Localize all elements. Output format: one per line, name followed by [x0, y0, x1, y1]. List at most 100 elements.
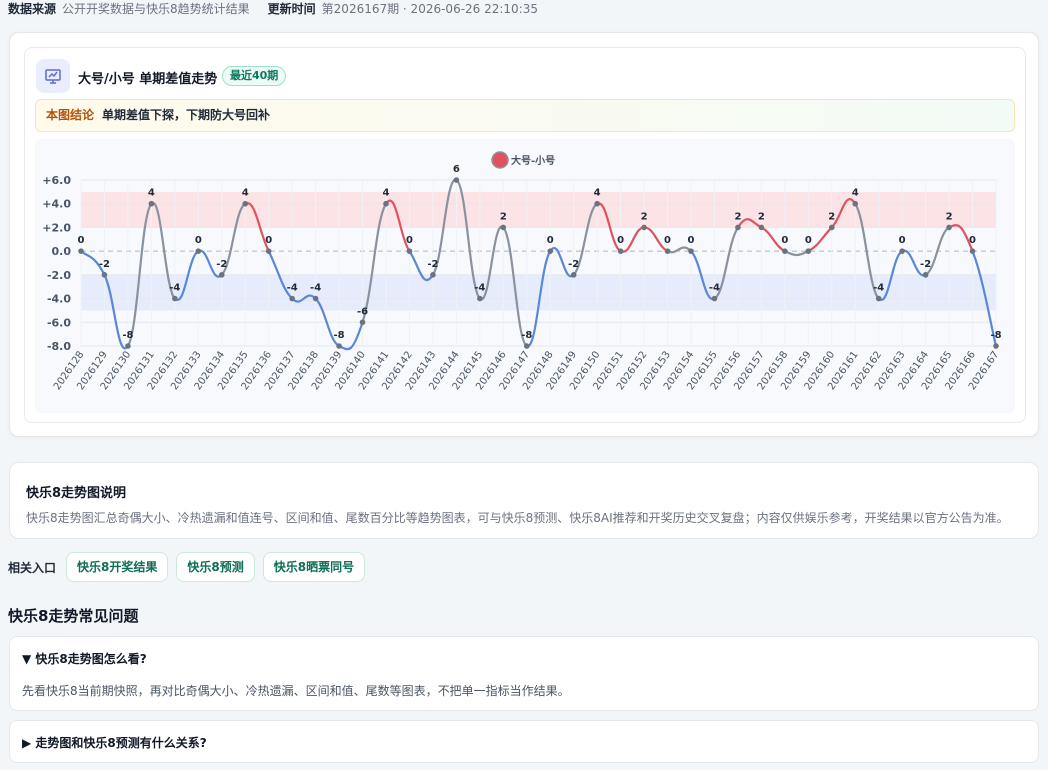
data-label: 2: [500, 211, 507, 222]
data-label: 4: [148, 188, 155, 199]
data-label: -4: [474, 283, 485, 294]
link-prediction[interactable]: 快乐8预测: [176, 552, 255, 582]
data-point: [758, 224, 765, 231]
conclusion-text: 单期差值下探，下期防大号回补: [102, 108, 271, 122]
data-point: [899, 248, 905, 254]
data-label: -4: [709, 283, 720, 294]
data-label: -8: [334, 330, 345, 341]
data-label: 2: [734, 211, 741, 222]
y-tick-label: -6.0: [47, 316, 71, 329]
data-label: 2: [758, 211, 765, 222]
data-point: [500, 224, 507, 231]
faq-question-2[interactable]: ▶ 走势图和快乐8预测有什么关系?: [22, 734, 207, 751]
data-point: [570, 272, 577, 278]
data-label: 0: [406, 235, 413, 246]
data-point: [312, 295, 319, 302]
data-label: 0: [617, 235, 624, 246]
faq-question-text-1: 快乐8走势图怎么看?: [35, 652, 147, 666]
data-point: [242, 200, 249, 207]
data-point: [547, 248, 554, 254]
series-line-segment: [620, 226, 645, 253]
line-chart: +6.0 +4.0 +2.0 0.0 -2.0 -4.0 -6.0 -8.0 大号-小号 0 -2 -…: [35, 139, 1015, 413]
update-label: 更新时间: [267, 2, 316, 16]
data-point: [289, 295, 295, 302]
y-tick-label: 0.0: [52, 245, 72, 258]
faq-item-collapsed[interactable]: ▶ 走势图和快乐8预测有什么关系?: [9, 720, 1039, 763]
related-links: 相关入口 快乐8开奖结果 快乐8预测 快乐8晒票同号: [8, 552, 373, 582]
data-point: [922, 272, 929, 278]
data-point: [172, 295, 178, 302]
data-label: -2: [568, 259, 579, 270]
data-label: 0: [781, 235, 788, 246]
data-point: [875, 295, 882, 302]
data-label: -2: [216, 259, 227, 270]
data-point: [406, 248, 413, 254]
y-tick-label: -4.0: [47, 293, 71, 306]
data-point: [453, 177, 460, 183]
faq-title: 快乐8走势常见问题: [8, 607, 139, 625]
data-label: 2: [828, 211, 835, 222]
data-label: 0: [265, 235, 272, 246]
link-ticket-share[interactable]: 快乐8晒票同号: [262, 552, 366, 582]
data-point: [477, 295, 483, 302]
faq-question-1[interactable]: ▼ 快乐8走势图怎么看?: [22, 650, 147, 667]
description-text: 快乐8走势图汇总奇偶大小、冷热遗漏和值连号、区间和值、尾数百分比等趋势图表，可与…: [26, 511, 1009, 525]
legend-label: 大号-小号: [511, 154, 555, 167]
chart-svg: +6.0 +4.0 +2.0 0.0 -2.0 -4.0 -6.0 -8.0 大号-小号 0 -2 -…: [42, 151, 1002, 392]
data-label: -8: [521, 330, 532, 341]
data-label: -2: [427, 259, 438, 270]
description-title: 快乐8走势图说明: [26, 486, 127, 501]
data-point: [993, 343, 999, 349]
caret-down-icon: ▼: [22, 652, 32, 666]
data-point: [359, 319, 366, 326]
chart-panel: 大号/小号 单期差值走势 最近40期 本图结论 单期差值下探，下期防大号回补 +6…: [24, 47, 1026, 423]
data-point: [218, 272, 225, 278]
link-draw-results[interactable]: 快乐8开奖结果: [66, 552, 169, 582]
y-tick-label: +2.0: [42, 221, 71, 234]
data-label: -2: [99, 259, 110, 270]
data-point: [383, 200, 389, 207]
data-point: [688, 248, 694, 254]
data-label: 0: [78, 235, 85, 246]
data-label: 4: [383, 188, 390, 199]
data-point: [828, 224, 835, 231]
faq-question-text-2: 走势图和快乐8预测有什么关系?: [35, 736, 207, 750]
presentation-chart-icon: [36, 59, 70, 93]
data-source-line: 数据来源 公开开奖数据与快乐8趋势统计结果 更新时间 第2026167期 · 2026…: [8, 0, 538, 17]
data-point: [664, 248, 671, 254]
data-label: -2: [920, 259, 931, 270]
data-point: [641, 224, 647, 231]
data-point: [946, 224, 952, 231]
data-point: [430, 272, 436, 278]
data-label: 0: [969, 235, 976, 246]
data-point: [969, 248, 976, 254]
data-point: [735, 224, 741, 231]
data-point: [195, 248, 202, 254]
data-label: -4: [310, 283, 321, 294]
faq-item-expanded[interactable]: ▼ 快乐8走势图怎么看? 先看快乐8当前期快照，再对比奇偶大小、冷热遗漏、区间和…: [9, 636, 1039, 711]
data-point: [148, 200, 155, 207]
conclusion-banner: 本图结论 单期差值下探，下期防大号回补: [35, 99, 1015, 132]
conclusion-label: 本图结论: [46, 108, 95, 122]
data-label: 4: [242, 188, 249, 199]
data-point: [101, 272, 108, 278]
data-point: [523, 343, 530, 349]
data-point: [617, 248, 624, 254]
data-label: 0: [899, 235, 906, 246]
data-label: -6: [357, 306, 368, 317]
data-label: 0: [805, 235, 812, 246]
data-label: 2: [946, 211, 953, 222]
description-card: 快乐8走势图说明 快乐8走势图汇总奇偶大小、冷热遗漏和值连号、区间和值、尾数百分…: [9, 462, 1039, 539]
y-tick-label: +4.0: [42, 198, 71, 211]
data-label: 0: [688, 235, 695, 246]
y-tick-label: +6.0: [42, 174, 71, 187]
data-point: [852, 200, 859, 207]
chart-title: 大号/小号 单期差值走势: [78, 72, 218, 87]
data-point: [782, 248, 788, 254]
source-label: 数据来源: [8, 2, 57, 16]
update-value: 第2026167期 · 2026-06-26 22:10:35: [321, 2, 539, 16]
data-point: [125, 343, 131, 349]
data-label: -4: [287, 283, 298, 294]
data-point: [805, 248, 812, 254]
data-label: 0: [664, 235, 671, 246]
